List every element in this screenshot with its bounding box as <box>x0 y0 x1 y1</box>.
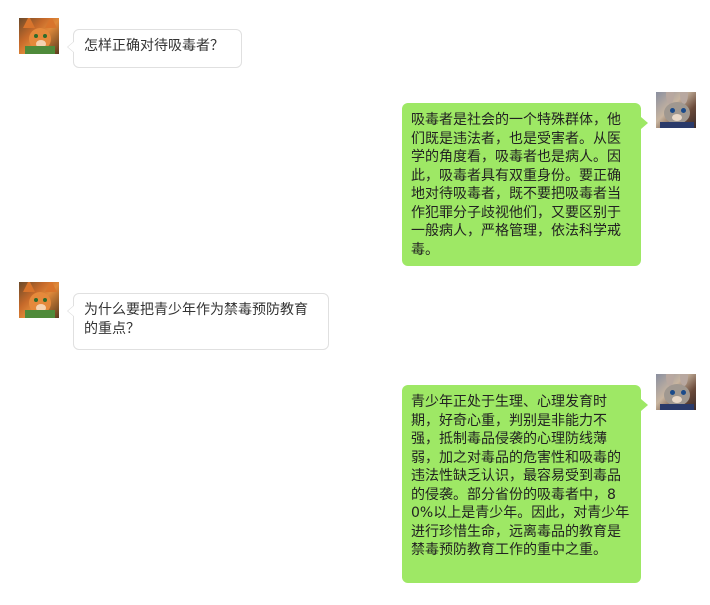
bunny-avatar[interactable] <box>656 92 696 128</box>
message-bubble-incoming: 为什么要把青少年作为禁毒预防教育的重点？ <box>67 293 329 350</box>
fox-avatar[interactable] <box>19 282 59 318</box>
message-bubble-incoming: 怎样正确对待吸毒者？ <box>67 29 242 68</box>
message-bubble-outgoing: 青少年正处于生理、心理发育时期，好奇心重，判别是非能力不强，抵制毒品侵袭的心理防… <box>402 385 648 583</box>
bunny-avatar[interactable] <box>656 374 696 410</box>
fox-avatar[interactable] <box>19 18 59 54</box>
message-bubble-outgoing: 吸毒者是社会的一个特殊群体，他们既是违法者，也是受害者。从医学的角度看，吸毒者也… <box>402 103 648 266</box>
